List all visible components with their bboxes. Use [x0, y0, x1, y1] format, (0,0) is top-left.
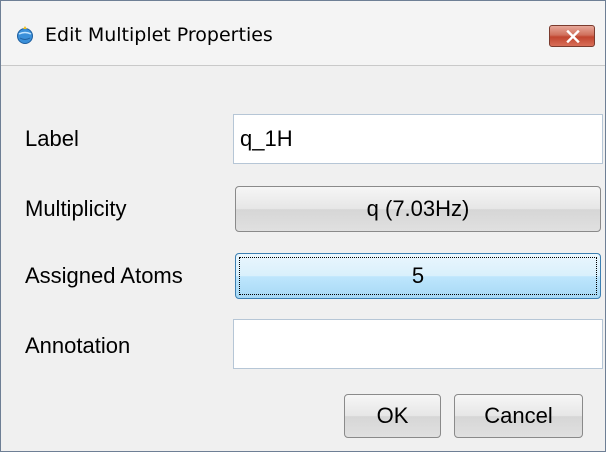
label-input[interactable] [233, 114, 603, 164]
window-title: Edit Multiplet Properties [45, 24, 273, 46]
close-button[interactable] [549, 25, 595, 47]
assigned-atoms-caption: Assigned Atoms [25, 263, 183, 288]
annotation-input[interactable] [233, 319, 603, 369]
globe-app-icon [15, 25, 35, 45]
ok-button[interactable]: OK [344, 394, 441, 438]
multiplicity-caption: Multiplicity [25, 196, 127, 221]
close-icon [566, 30, 580, 43]
multiplicity-button[interactable]: q (7.03Hz) [235, 186, 601, 232]
edit-multiplet-dialog: Edit Multiplet Properties Label Multipli… [0, 0, 606, 452]
annotation-caption: Annotation [25, 333, 131, 358]
assigned-atoms-button[interactable]: 5 [235, 253, 601, 299]
cancel-button[interactable]: Cancel [454, 394, 583, 438]
label-caption: Label [25, 126, 79, 151]
title-bar[interactable]: Edit Multiplet Properties [1, 1, 605, 66]
